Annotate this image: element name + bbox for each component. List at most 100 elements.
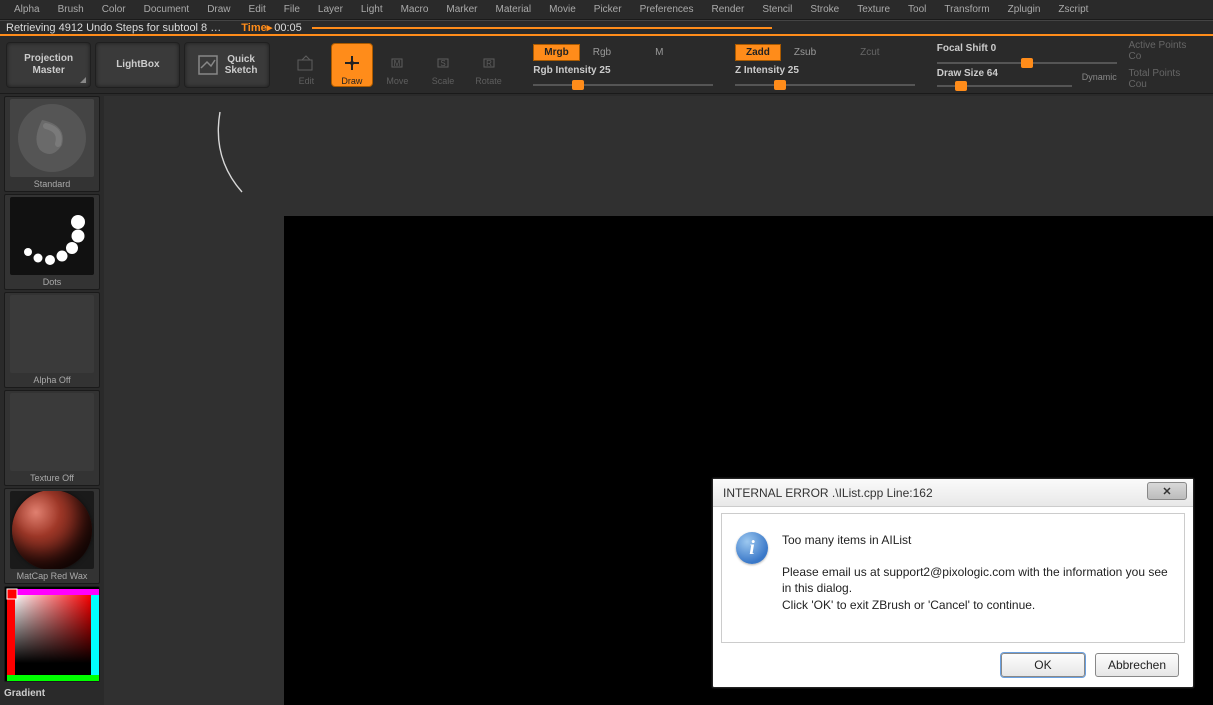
active-points-label: Active Points Co [1129, 40, 1202, 62]
edit-icon [295, 52, 317, 74]
scale-label: Scale [432, 76, 455, 86]
mrgb-toggle[interactable]: Mrgb [533, 44, 579, 61]
move-tool[interactable]: M Move [377, 43, 419, 87]
z-intensity-slider[interactable]: Z Intensity 25 [735, 65, 915, 86]
lightbox-button[interactable]: LightBox [95, 42, 180, 88]
dialog-cancel-button[interactable]: Abbrechen [1095, 653, 1179, 677]
menu-material[interactable]: Material [488, 2, 540, 17]
menu-brush[interactable]: Brush [50, 2, 92, 17]
dialog-body: i Too many items in AIList Please email … [721, 513, 1185, 643]
svg-text:R: R [486, 59, 492, 68]
projection-master-button[interactable]: Projection Master [6, 42, 91, 88]
menu-light[interactable]: Light [353, 2, 391, 17]
menu-texture[interactable]: Texture [849, 2, 898, 17]
draw-label: Draw [341, 76, 362, 86]
menu-marker[interactable]: Marker [438, 2, 485, 17]
menu-bar: Alpha Brush Color Document Draw Edit Fil… [0, 0, 1213, 20]
z-intensity-label: Z Intensity 25 [735, 65, 915, 78]
draw-tool[interactable]: Draw [331, 43, 373, 87]
quick-sketch-line1: Quick [225, 54, 258, 65]
svg-text:S: S [440, 59, 445, 68]
material-sphere-icon [12, 491, 92, 569]
menu-file[interactable]: File [276, 2, 308, 17]
quick-sketch-icon [197, 54, 219, 76]
projection-master-line1: Projection [24, 53, 73, 65]
dialog-headline: Too many items in AIList [782, 532, 1170, 548]
left-sidebar: Standard Dots Alpha Off Te [0, 96, 104, 705]
menu-picker[interactable]: Picker [586, 2, 630, 17]
draw-icon [341, 52, 363, 74]
alpha-palette[interactable]: Alpha Off [4, 292, 100, 388]
menu-preferences[interactable]: Preferences [632, 2, 702, 17]
dropdown-триangle-icon [80, 77, 86, 83]
dialog-titlebar[interactable]: INTERNAL ERROR .\IList.cpp Line:162 ✕ [713, 479, 1193, 507]
dialog-line3: Click 'OK' to exit ZBrush or 'Cancel' to… [782, 597, 1170, 613]
menu-zplugin[interactable]: Zplugin [1000, 2, 1049, 17]
scale-tool[interactable]: S Scale [422, 43, 464, 87]
alpha-thumb [10, 295, 94, 373]
menu-stroke[interactable]: Stroke [802, 2, 847, 17]
menu-alpha[interactable]: Alpha [6, 2, 48, 17]
draw-size-label: Draw Size 64 [937, 68, 998, 81]
menu-movie[interactable]: Movie [541, 2, 584, 17]
stroke-palette[interactable]: Dots [4, 194, 100, 290]
m-toggle[interactable]: M [644, 44, 674, 61]
stroke-label: Dots [43, 275, 62, 287]
menu-tool[interactable]: Tool [900, 2, 934, 17]
rgb-toggle[interactable]: Rgb [582, 44, 622, 61]
zadd-toggle[interactable]: Zadd [735, 44, 781, 61]
move-icon: M [386, 52, 408, 74]
menu-draw[interactable]: Draw [199, 2, 238, 17]
menu-layer[interactable]: Layer [310, 2, 351, 17]
menu-document[interactable]: Document [136, 2, 198, 17]
menu-zscript[interactable]: Zscript [1050, 2, 1096, 17]
edit-tool[interactable]: Edit [286, 43, 328, 87]
dialog-close-button[interactable]: ✕ [1147, 482, 1187, 500]
texture-thumb [10, 393, 94, 471]
zcut-toggle[interactable]: Zcut [849, 44, 890, 61]
dynamic-toggle[interactable]: Dynamic [1082, 72, 1117, 82]
material-thumb [10, 491, 94, 569]
quick-sketch-button[interactable]: Quick Sketch [184, 42, 269, 88]
gradient-label[interactable]: Gradient [2, 684, 45, 699]
texture-palette[interactable]: Texture Off [4, 390, 100, 486]
menu-stencil[interactable]: Stencil [754, 2, 800, 17]
focal-shift-slider[interactable]: Focal Shift 0 [937, 43, 1117, 64]
status-message: Retrieving 4912 Undo Steps for subtool 8… [6, 22, 221, 34]
status-time-label: Time▸ [241, 21, 272, 34]
top-toolbar: Projection Master LightBox Quick Sketch … [0, 36, 1213, 94]
rgb-intensity-label: Rgb Intensity 25 [533, 65, 713, 78]
total-points-label: Total Points Cou [1129, 68, 1202, 90]
status-bar: Retrieving 4912 Undo Steps for subtool 8… [0, 20, 1213, 36]
rotate-tool[interactable]: R Rotate [468, 43, 510, 87]
menu-render[interactable]: Render [704, 2, 753, 17]
move-label: Move [386, 76, 408, 86]
draw-size-slider[interactable]: Draw Size 64 Dynamic [937, 68, 1117, 87]
error-dialog: INTERNAL ERROR .\IList.cpp Line:162 ✕ i … [712, 478, 1194, 688]
texture-label: Texture Off [30, 471, 74, 483]
brush-palette[interactable]: Standard [4, 96, 100, 192]
color-picker[interactable] [4, 586, 100, 682]
alpha-label: Alpha Off [33, 373, 70, 385]
color-picker-icon [5, 587, 101, 683]
svg-text:M: M [394, 59, 401, 68]
rgb-intensity-slider[interactable]: Rgb Intensity 25 [533, 65, 713, 86]
stroke-thumb [10, 197, 94, 275]
material-palette[interactable]: MatCap Red Wax [4, 488, 100, 584]
rotate-label: Rotate [475, 76, 502, 86]
menu-macro[interactable]: Macro [393, 2, 437, 17]
menu-color[interactable]: Color [94, 2, 134, 17]
info-icon: i [736, 532, 768, 564]
zsub-toggle[interactable]: Zsub [783, 44, 827, 61]
lightbox-label: LightBox [116, 59, 159, 70]
quick-sketch-line2: Sketch [225, 65, 258, 76]
scale-icon: S [432, 52, 454, 74]
menu-transform[interactable]: Transform [936, 2, 997, 17]
dialog-title: INTERNAL ERROR .\IList.cpp Line:162 [723, 486, 933, 500]
material-label: MatCap Red Wax [17, 569, 88, 581]
menu-edit[interactable]: Edit [241, 2, 274, 17]
dialog-ok-button[interactable]: OK [1001, 653, 1085, 677]
dialog-line2: Please email us at support2@pixologic.co… [782, 564, 1170, 596]
edit-label: Edit [299, 76, 315, 86]
projection-master-line2: Master [32, 65, 64, 77]
